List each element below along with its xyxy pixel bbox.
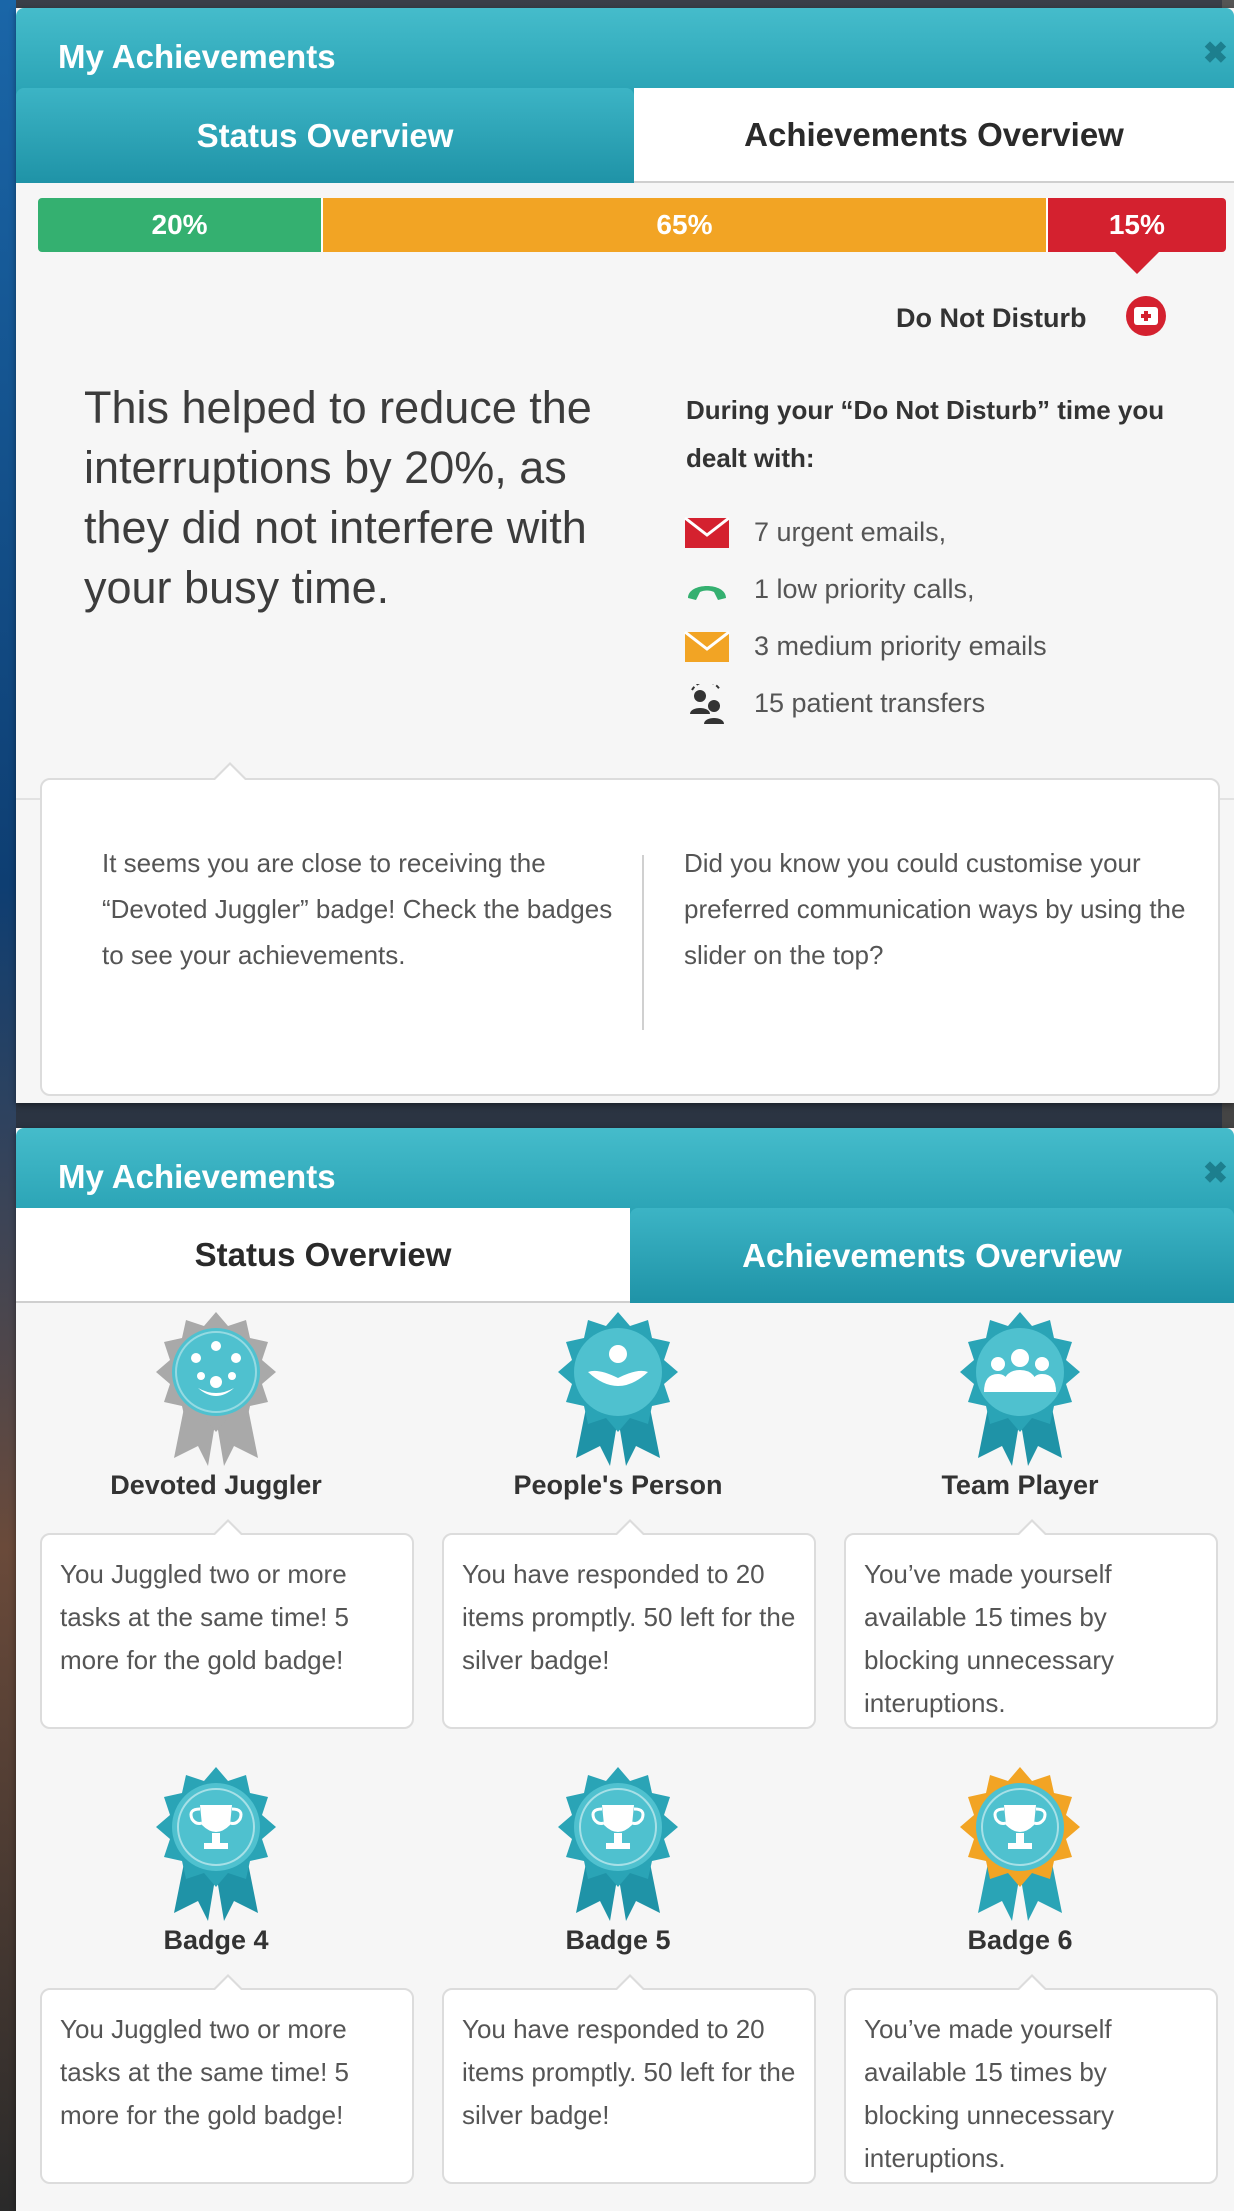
- badge-name: Badge 4: [163, 1925, 269, 1955]
- panel-title: My Achievements: [58, 1158, 336, 1195]
- progress-segment-do-not-disturb[interactable]: 15%: [1047, 198, 1226, 252]
- close-icon[interactable]: ✖: [1203, 1156, 1228, 1191]
- progress-segment-busy[interactable]: 65%: [323, 198, 1048, 252]
- close-icon[interactable]: ✖: [1203, 36, 1228, 71]
- badge-description: You have responded to 20 items promptly.…: [442, 1519, 816, 1729]
- patient-transfer-icon: [684, 683, 734, 724]
- badge-grid: Devoted Juggler You Juggled two or more …: [16, 1308, 1234, 2208]
- badge-description: You have responded to 20 items promptly.…: [442, 1974, 816, 2184]
- summary-text: This helped to reduce the interruptions …: [84, 382, 592, 613]
- badge-4[interactable]: Badge 4 You Juggled two or more tasks at…: [16, 1763, 416, 2203]
- do-not-disturb-icon: [1126, 296, 1166, 336]
- badge-peoples-person[interactable]: People's Person You have responded to 20…: [418, 1308, 818, 1738]
- badge-6[interactable]: Badge 6 You’ve made yourself available 1…: [820, 1763, 1220, 2203]
- tips-box: It seems you are close to receiving the …: [40, 762, 1220, 1096]
- status-overview-panel: My Achievements ✖ Status Overview Achiev…: [16, 8, 1234, 1103]
- panel-title: My Achievements: [58, 38, 336, 75]
- medium-email-icon: [684, 629, 734, 665]
- dealt-item-text: 3 medium priority emails: [754, 631, 1047, 661]
- dealt-list: 7 urgent emails, 1 low priority calls, 3…: [684, 504, 1224, 732]
- team-player-badge-icon: [960, 1312, 1080, 1466]
- tip-badge-progress: It seems you are close to receiving the …: [102, 848, 613, 970]
- tab-achievements-overview[interactable]: Achievements Overview: [634, 88, 1234, 183]
- badge-description: You Juggled two or more tasks at the sam…: [40, 1974, 414, 2184]
- tab-achievements-overview[interactable]: Achievements Overview: [630, 1208, 1234, 1303]
- dealt-title: During your “Do Not Disturb” time you de…: [686, 395, 1165, 473]
- status-label: Do Not Disturb: [896, 303, 1087, 333]
- dealt-item-text: 15 patient transfers: [754, 688, 986, 718]
- progress-segment-available[interactable]: 20%: [38, 198, 324, 252]
- trophy-badge-icon: [156, 1767, 276, 1921]
- badge-name: People's Person: [513, 1470, 723, 1500]
- badge-team-player[interactable]: Team Player You’ve made yourself availab…: [820, 1308, 1220, 1738]
- badge-description: You Juggled two or more tasks at the sam…: [40, 1519, 414, 1729]
- badge-name: Team Player: [941, 1470, 1099, 1500]
- badge-description: You’ve made yourself available 15 times …: [844, 1974, 1218, 2184]
- juggler-badge-icon: [156, 1312, 276, 1466]
- badge-name: Badge 5: [565, 1925, 671, 1955]
- trophy-badge-icon: [558, 1767, 678, 1921]
- tab-status-overview[interactable]: Status Overview: [16, 88, 634, 183]
- trophy-badge-icon: [960, 1767, 1080, 1921]
- list-item: 1 low priority calls,: [684, 561, 1224, 618]
- list-item: 3 medium priority emails: [684, 618, 1224, 675]
- title-bar: My Achievements ✖: [16, 1128, 1234, 1218]
- dealt-item-text: 1 low priority calls,: [754, 574, 975, 604]
- badge-name: Badge 6: [967, 1925, 1073, 1955]
- title-bar: My Achievements ✖: [16, 8, 1234, 98]
- list-item: 15 patient transfers: [684, 675, 1224, 732]
- list-item: 7 urgent emails,: [684, 504, 1224, 561]
- tip-customise: Did you know you could customise your pr…: [684, 848, 1186, 970]
- badge-name: Devoted Juggler: [110, 1470, 322, 1500]
- background-left-edge: [0, 0, 16, 2211]
- achievements-overview-panel: My Achievements ✖ Status Overview Achiev…: [16, 1128, 1234, 2211]
- tips-divider: [642, 855, 644, 1030]
- tab-bar: Status Overview Achievements Overview: [16, 88, 1234, 183]
- tab-status-overview[interactable]: Status Overview: [16, 1208, 630, 1303]
- availability-slider[interactable]: 20% 65% 15%: [38, 198, 1226, 252]
- badge-description: You’ve made yourself available 15 times …: [844, 1519, 1218, 1729]
- dealt-item-text: 7 urgent emails,: [754, 517, 947, 547]
- phone-icon: [684, 572, 734, 608]
- urgent-email-icon: [684, 515, 734, 551]
- tab-bar: Status Overview Achievements Overview: [16, 1208, 1234, 1303]
- badge-devoted-juggler[interactable]: Devoted Juggler You Juggled two or more …: [16, 1308, 416, 1738]
- people-person-badge-icon: [558, 1312, 678, 1466]
- badge-5[interactable]: Badge 5 You have responded to 20 items p…: [418, 1763, 818, 2203]
